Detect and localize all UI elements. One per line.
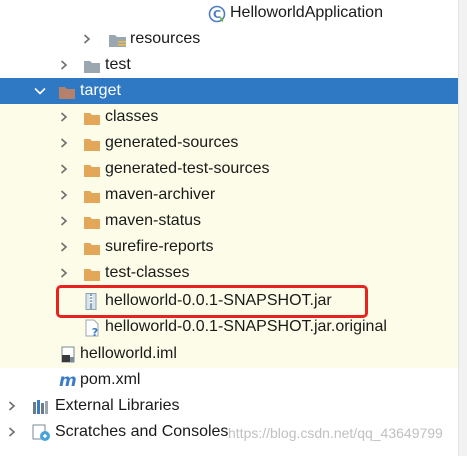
tree-node-generated-test-sources[interactable]: generated-test-sources xyxy=(0,156,458,182)
folder-icon xyxy=(83,265,101,281)
chevron-right-icon[interactable] xyxy=(60,52,70,78)
svg-text:?: ? xyxy=(92,326,98,337)
tree-node-label: classes xyxy=(105,108,159,125)
tree-node-label: pom.xml xyxy=(80,371,141,388)
chevron-right-icon[interactable] xyxy=(60,234,70,260)
svg-text:C: C xyxy=(213,8,221,21)
chevron-down-icon[interactable] xyxy=(34,78,46,104)
unknown-file-icon: ? xyxy=(84,319,102,339)
tree-node-label: surefire-reports xyxy=(105,238,214,255)
chevron-right-icon[interactable] xyxy=(60,156,70,182)
folder-icon xyxy=(83,57,101,73)
tree-node-pom-xml[interactable]: m pom.xml xyxy=(0,367,458,393)
chevron-right-icon[interactable] xyxy=(8,393,18,419)
tree-node-classes[interactable]: classes xyxy=(0,104,458,130)
tree-node-helloworldapplication[interactable]: C HelloworldApplication xyxy=(0,0,458,26)
chevron-right-icon[interactable] xyxy=(83,26,93,52)
folder-icon xyxy=(83,109,101,125)
tree-node-test-classes[interactable]: test-classes xyxy=(0,260,458,286)
tree-node-label: helloworld.iml xyxy=(80,345,177,362)
chevron-right-icon[interactable] xyxy=(8,419,18,445)
tree-node-test[interactable]: test xyxy=(0,52,458,78)
tree-node-label: HelloworldApplication xyxy=(230,4,383,21)
libraries-icon xyxy=(32,398,50,414)
chevron-right-icon[interactable] xyxy=(60,182,70,208)
tree-node-label: maven-archiver xyxy=(105,186,216,203)
folder-icon xyxy=(83,213,101,229)
tree-node-maven-status[interactable]: maven-status xyxy=(0,208,458,234)
maven-icon: m xyxy=(58,371,77,391)
svg-text:m: m xyxy=(59,371,77,389)
folder-icon xyxy=(83,239,101,255)
tree-node-external-libraries[interactable]: External Libraries xyxy=(0,393,458,419)
chevron-right-icon[interactable] xyxy=(60,130,70,156)
tree-node-helloworld-iml[interactable]: helloworld.iml xyxy=(0,341,458,367)
scratches-icon xyxy=(32,424,50,441)
folder-icon xyxy=(83,161,101,177)
chevron-right-icon[interactable] xyxy=(60,208,70,234)
chevron-right-icon[interactable] xyxy=(60,104,70,130)
watermark: https://blog.csdn.net/qq_43649799 xyxy=(228,425,443,441)
tree-node-label: Scratches and Consoles xyxy=(55,423,229,440)
tree-node-surefire-reports[interactable]: surefire-reports xyxy=(0,234,458,260)
tree-node-label: generated-sources xyxy=(105,134,239,151)
tree-node-label: resources xyxy=(130,30,201,47)
red-highlight-annotation xyxy=(56,285,368,318)
folder-icon xyxy=(83,135,101,151)
scrollbar-track[interactable] xyxy=(458,0,467,456)
tree-node-resources[interactable]: resources xyxy=(0,26,458,52)
tree-node-label: maven-status xyxy=(105,212,202,229)
tree-node-maven-archiver[interactable]: maven-archiver xyxy=(0,182,458,208)
folder-icon xyxy=(83,187,101,203)
tree-node-label: test-classes xyxy=(105,264,190,281)
tree-node-label: generated-test-sources xyxy=(105,160,270,177)
tree-node-generated-sources[interactable]: generated-sources xyxy=(0,130,458,156)
tree-node-label: target xyxy=(80,82,121,99)
folder-icon xyxy=(58,83,76,99)
spring-class-icon: C xyxy=(208,5,226,23)
tree-node-label: test xyxy=(105,56,131,73)
tree-node-target[interactable]: target xyxy=(0,78,458,104)
tree-node-label: External Libraries xyxy=(55,397,180,414)
iml-file-icon xyxy=(60,346,78,363)
chevron-right-icon[interactable] xyxy=(60,260,70,286)
project-tree: C HelloworldApplication resources test t… xyxy=(0,0,467,456)
resources-folder-icon xyxy=(108,31,126,47)
